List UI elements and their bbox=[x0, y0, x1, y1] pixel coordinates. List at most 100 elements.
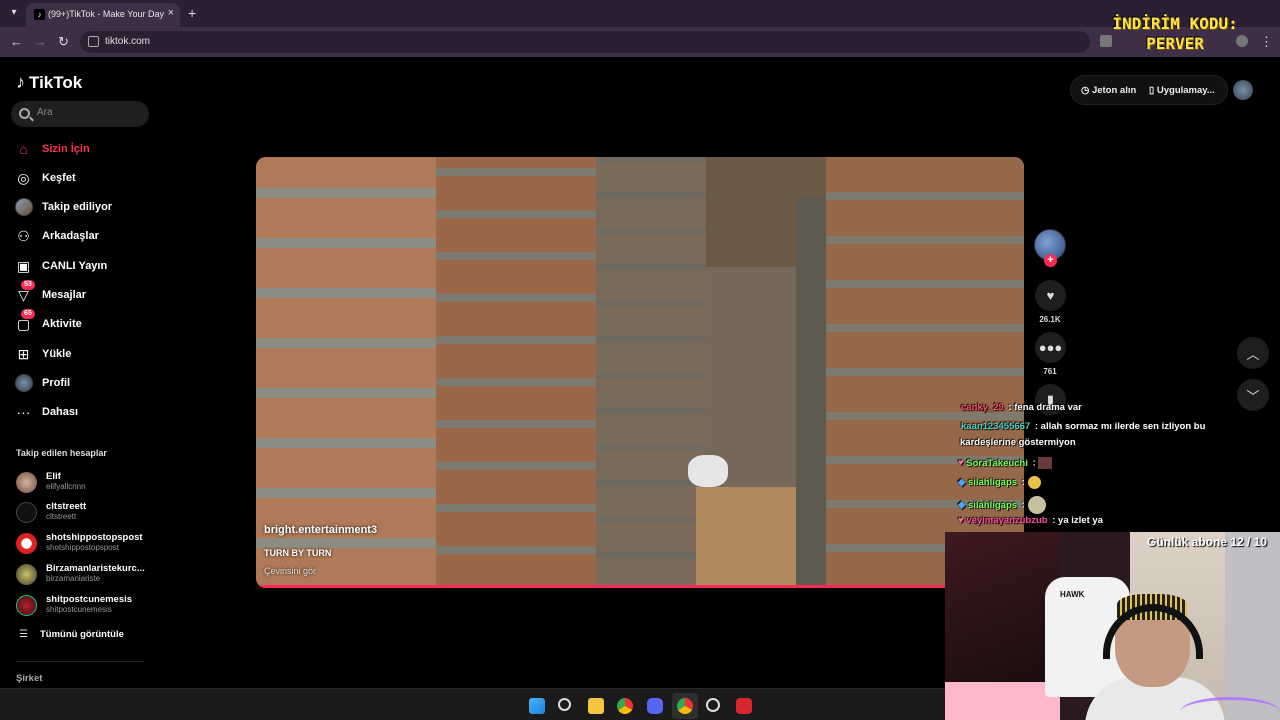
video-pillar bbox=[796, 197, 826, 588]
new-tab-button[interactable]: + bbox=[188, 5, 196, 21]
nav-live[interactable]: ▣ CANLI Yayın bbox=[14, 255, 107, 277]
nav-label: Arkadaşlar bbox=[42, 230, 99, 242]
tiktok-logo[interactable]: ♪ TikTok bbox=[16, 72, 82, 93]
see-all-following[interactable]: ☰ Tümünü görüntüle bbox=[19, 629, 124, 640]
followed-account[interactable]: shotshippostopspost shotshippostopspost bbox=[16, 531, 156, 555]
chat-message: kaan123455667 : allah sormaz mı ilerde s… bbox=[961, 421, 1205, 432]
chrome-icon[interactable] bbox=[617, 698, 633, 714]
followed-account[interactable]: Birzamanlaristekurc... birzamanlariste bbox=[16, 562, 156, 586]
messages-icon: ▽ 53 bbox=[14, 279, 35, 305]
video-author[interactable]: bright.entertainment3 bbox=[264, 524, 377, 536]
account-username: elifyallcnnn bbox=[46, 482, 86, 491]
windows-start-icon[interactable] bbox=[529, 698, 545, 714]
url-field[interactable]: tiktok.com bbox=[80, 31, 1090, 53]
chat-username: canky_29 bbox=[961, 402, 1004, 413]
site-info-icon[interactable] bbox=[88, 36, 99, 47]
nav-label: Mesajlar bbox=[42, 289, 87, 301]
user-avatar[interactable] bbox=[1233, 80, 1253, 100]
reload-icon[interactable]: ↻ bbox=[58, 34, 69, 50]
nav-explore[interactable]: ◎ Keşfet bbox=[14, 167, 75, 189]
video-progress-bar[interactable] bbox=[256, 585, 1024, 588]
search-input[interactable] bbox=[37, 107, 137, 118]
more-icon: ··· bbox=[16, 404, 31, 420]
nav-activity[interactable]: ▢ 65 Aktivite bbox=[14, 308, 82, 335]
chat-emote-icon bbox=[1027, 476, 1041, 489]
nav-for-you[interactable]: ⌂ Sizin İçin bbox=[14, 138, 89, 160]
search-icon[interactable] bbox=[558, 698, 571, 711]
account-username: cltstreett bbox=[46, 512, 77, 521]
account-name: Elif bbox=[46, 471, 61, 482]
browser-tab[interactable]: ♪ (99+)TikTok - Make Your Day × bbox=[26, 3, 180, 27]
stream-promo-overlay: İNDİRİM KODU: PERVER bbox=[1100, 14, 1250, 64]
back-icon[interactable]: ← bbox=[10, 34, 23, 49]
next-video-button[interactable]: ﹀ bbox=[1237, 379, 1269, 411]
like-button[interactable]: ♥ bbox=[1035, 280, 1066, 311]
chat-message: ◆ silahligaps : bbox=[958, 496, 1046, 514]
chat-message: ◆ silahligaps : bbox=[958, 476, 1041, 489]
see-all-label: Tümünü görüntüle bbox=[39, 629, 124, 640]
tab-title: (99+)TikTok - Make Your Day bbox=[48, 9, 164, 19]
account-username: shitpostcunemesis bbox=[46, 605, 112, 614]
company-heading[interactable]: Şirket bbox=[16, 673, 42, 684]
tiktok-note-icon: ♪ bbox=[16, 72, 25, 92]
app-icon[interactable] bbox=[706, 698, 720, 712]
video-ground bbox=[696, 487, 806, 588]
forward-icon[interactable]: → bbox=[34, 34, 47, 49]
friends-icon: ⚇ bbox=[17, 227, 30, 244]
chat-text: allah sormaz mı ilerde sen izliyon bu bbox=[1040, 421, 1206, 432]
nav-upload[interactable]: ⊞ Yükle bbox=[14, 343, 72, 365]
see-translation-link[interactable]: Çevirisini gör bbox=[264, 566, 316, 576]
previous-video-button[interactable]: ︿ bbox=[1237, 337, 1269, 369]
top-actions: ◷ Jeton alın ▯ Uygulamay... bbox=[1070, 75, 1228, 105]
video-progress-fill bbox=[256, 585, 948, 588]
video-object bbox=[688, 455, 728, 487]
chat-separator: : bbox=[1029, 457, 1039, 469]
url-text: tiktok.com bbox=[105, 36, 151, 47]
profile-avatar bbox=[14, 374, 33, 393]
app-red-icon[interactable] bbox=[736, 698, 752, 714]
following-avatar bbox=[14, 198, 33, 217]
search-icon bbox=[19, 108, 30, 119]
nav-more[interactable]: ··· Dahası bbox=[14, 401, 79, 423]
followed-account[interactable]: shitpostcunemesis shitpostcunemesis bbox=[16, 593, 156, 617]
account-name: Birzamanlaristekurc... bbox=[46, 563, 145, 574]
video-title: TURN BY TURN bbox=[264, 548, 332, 558]
nav-profile[interactable]: Profil bbox=[14, 372, 70, 394]
search-box[interactable] bbox=[11, 101, 149, 127]
logo-text: TikTok bbox=[29, 72, 83, 92]
followed-account[interactable]: cltstreett cltstreett bbox=[16, 500, 156, 524]
nav-friends[interactable]: ⚇ Arkadaşlar bbox=[14, 225, 99, 247]
account-name: cltstreett bbox=[46, 501, 87, 512]
address-bar: ← → ↻ tiktok.com ⋮ bbox=[0, 27, 1280, 57]
nav-following[interactable]: Takip ediliyor bbox=[14, 196, 112, 218]
chrome-icon[interactable] bbox=[677, 698, 693, 714]
get-coins-button[interactable]: ◷ Jeton alın bbox=[1081, 85, 1136, 96]
chat-separator: : bbox=[1049, 515, 1059, 526]
get-app-button[interactable]: ▯ Uygulamay... bbox=[1149, 85, 1215, 96]
nav-messages[interactable]: ▽ 53 Mesajlar bbox=[14, 279, 87, 306]
chevron-down-icon: ﹀ bbox=[1246, 388, 1260, 404]
followed-account[interactable]: Elif elifyallcnnn bbox=[16, 470, 156, 494]
like-count: 26.1K bbox=[1039, 315, 1061, 324]
chat-separator: : bbox=[1019, 477, 1028, 489]
promo-line-2: PERVER bbox=[1146, 34, 1204, 53]
chat-emote-icon bbox=[1038, 457, 1053, 469]
tab-close-icon[interactable]: × bbox=[168, 7, 174, 19]
file-explorer-icon[interactable] bbox=[588, 698, 604, 714]
nav-label: CANLI Yayın bbox=[42, 260, 108, 272]
messages-badge: 53 bbox=[21, 279, 35, 290]
led-light bbox=[1180, 697, 1280, 720]
discord-icon[interactable] bbox=[647, 698, 663, 714]
nav-label: Profil bbox=[42, 377, 71, 389]
app-label: Uygulamay... bbox=[1156, 85, 1215, 96]
follow-creator-button[interactable]: + bbox=[1044, 254, 1057, 267]
chat-username: SoraTakeuchi bbox=[966, 457, 1028, 469]
video-player[interactable]: bright.entertainment3 TURN BY TURN Çevir… bbox=[256, 157, 1024, 588]
comment-button[interactable]: ●●● bbox=[1035, 332, 1066, 363]
account-username: birzamanlariste bbox=[46, 574, 101, 583]
browser-tab-bar: ▾ ♪ (99+)TikTok - Make Your Day × + bbox=[0, 0, 1280, 27]
nav-label: Takip ediliyor bbox=[42, 201, 113, 213]
chat-separator: : bbox=[1019, 499, 1028, 511]
tab-search-icon[interactable]: ▾ bbox=[6, 5, 22, 21]
menu-icon[interactable]: ⋮ bbox=[1260, 34, 1273, 50]
